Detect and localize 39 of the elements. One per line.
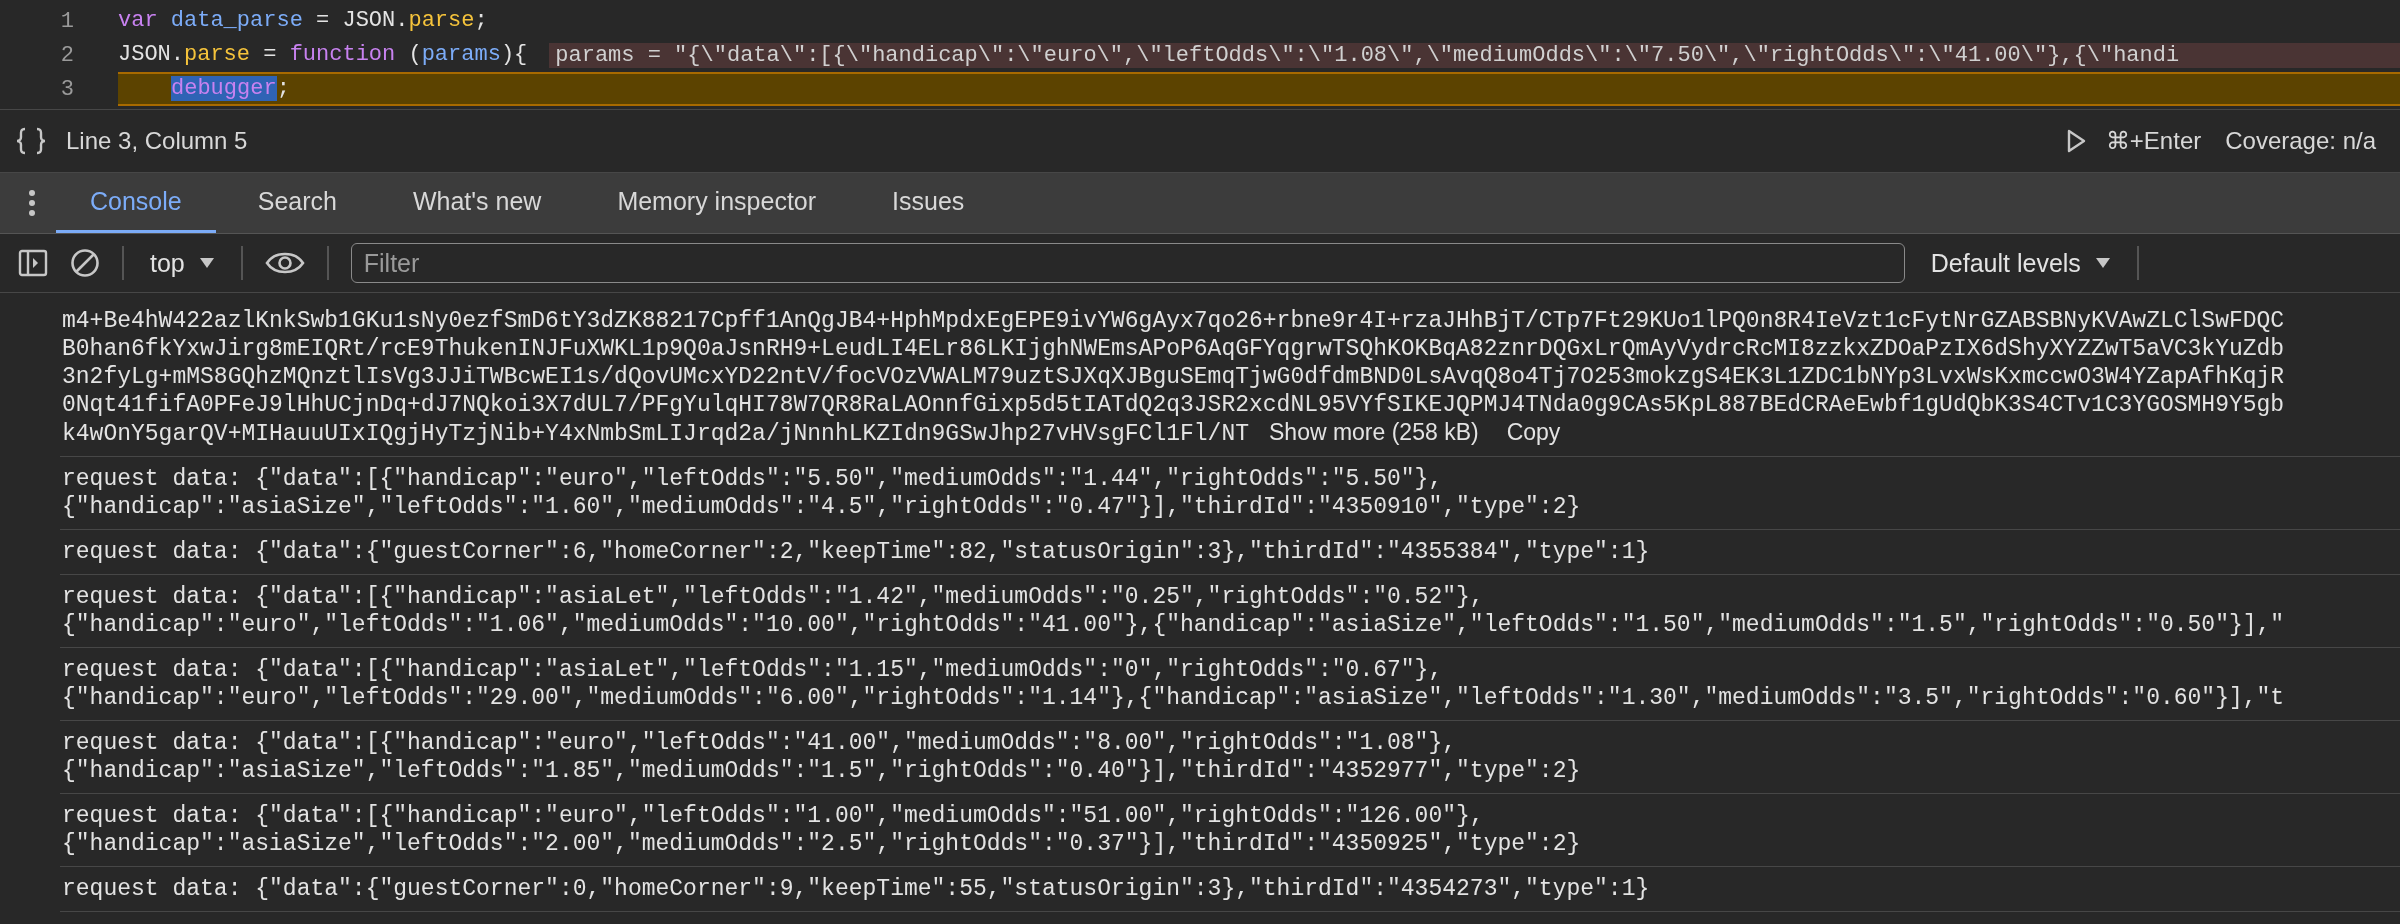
line-number: 1 <box>59 8 74 34</box>
line-number: 3 <box>59 76 74 102</box>
caret-icon <box>2094 257 2111 269</box>
inline-value: params = "{\"data\":[{\"handicap\":\"euro\",\"leftOdds\":\"1.08\",\"mediumOdds\":\"7.50\",\"rightOdds\":\"41.00\"},{\"handi <box>549 42 2400 68</box>
braces-icon[interactable] <box>16 127 46 155</box>
clear-console-icon[interactable] <box>70 248 100 278</box>
panel-tab[interactable]: Search <box>223 173 371 233</box>
console-message-line: 3n2fyLg+mMS8GQhzMQnztlIsVg3JJiTWBcwEI1s/dQovUMcxYD22ntV/focVOzVWALM79uztSJXqXJBguSEmqTjwG0dfdmBND0LsAvqQ8o4Tj7O253mokzgS4EK3L1ZDC1bNYp3LvxWsKxmccwO3W4YZapAfhKqjR <box>62 363 2286 391</box>
console-message: request data: {"data":[{"handicap":"euro","leftOdds":"41.00","mediumOdds":"8.00","rightOdds":"1.08"}, {"handicap":"asiaSize","leftOdds":"1.85","mediumOdds":"1.5","rightOdds":"0.40"}],"thirdId":"4352977","type":2} <box>60 721 2400 794</box>
code-line: var data_parse = JSON.parse; <box>118 7 488 35</box>
run-shortcut: ⌘+Enter <box>2105 127 2202 155</box>
play-icon[interactable] <box>2065 129 2086 153</box>
console-message-line: k4wOnY5garQV+MIHauuUIxIQgjHyTzjNib+Y4xNmbSmLIJrqd2a/jNnnhLKZIdn9GSwJhp27vHVsgFCl1Fl/NT <box>62 420 1249 448</box>
more-menu-icon[interactable] <box>28 189 36 217</box>
coverage-label: Coverage: n/a <box>2225 127 2376 155</box>
caret-icon <box>198 257 215 269</box>
panel-tab[interactable]: Issues <box>858 173 999 233</box>
panel-tab[interactable]: Memory inspector <box>583 173 851 233</box>
line-number: 2 <box>59 42 74 68</box>
show-more-button[interactable]: Show more (258 kB) <box>1261 419 1487 446</box>
filter-field[interactable]: Filter <box>350 243 1905 283</box>
cursor-position: Line 3, Column 5 <box>66 127 248 155</box>
panel-tab[interactable]: Console <box>56 173 216 233</box>
copy-button[interactable]: Copy <box>1498 419 1569 446</box>
console-message: request data: {"data":{"guestCorner":6,"homeCorner":2,"keepTime":82,"statusOrigin":3},"thirdId":"4355384","type":1} <box>60 530 2400 575</box>
panel-tab[interactable]: What's new <box>378 173 576 233</box>
sidebar-toggle-icon[interactable] <box>18 249 48 277</box>
console-message-line: B0han6fkYxwJirg8mEIQRt/rcE9ThukenINJFuXWKL1p9Q0aJsnRH9+LeudLI4ELr86LKIjghNWEmsAPoP6AqGFYqgrwTSQhKOKBqA82znrDQGxLrQmAyVydrcRcMI8zzkxZDOaPzIX6dShyXYZZwT5aVC3kYuZdb <box>62 335 2286 363</box>
log-levels-dropdown[interactable]: Default levels <box>1926 248 2115 278</box>
code-line: JSON.parse = function (params){ <box>118 41 528 69</box>
console-message-line: 0Nqt41fifA0PFeJ9lHhUCjnDq+dJ7NQkoi3X7dUL7/PFgYulqHI78W7QR8RaLAOnnfGixp5d5tIATdQ2q3JSR2xcdNL95VYfSIKEJQPMJ4TNda0g9CAs5KpL887BEdCRAeEwbf1gUdQbK3S4CTv1C3YGOSMH9Y5gb <box>62 391 2286 419</box>
context-dropdown[interactable]: top <box>146 248 219 278</box>
console-message: request data: {"data":{"guestCorner":0,"homeCorner":9,"keepTime":55,"statusOrigin":3},"thirdId":"4354273","type":1} <box>60 867 2400 912</box>
console-message: request data: {"data":[{"handicap":"asiaLet","leftOdds":"1.42","mediumOdds":"0.25","rightOdds":"0.52"}, {"handicap":"euro","leftOdds":"1.06","mediumOdds":"10.00","rightOdds":"41.00"},{"handicap":"asiaSize","leftOdds":"1.50","mediumOdds":"1.5","rightOdds":"0.50"}]," <box>60 575 2400 648</box>
console-message: request data: {"data":[{"handicap":"euro","leftOdds":"1.00","mediumOdds":"51.00","rightOdds":"126.00"}, {"handicap":"asiaSize","leftOdds":"2.00","mediumOdds":"2.5","rightOdds":"0.37"}],"thirdId":"4350925","type":2} <box>60 794 2400 867</box>
console-message-line: m4+Be4hW422azlKnkSwb1GKu1sNy0ezfSmD6tY3dZK88217Cpff1AnQgJB4+HphMpdxEgEPE9ivYW6gAyx7qo26+rbne9r4I+rzaJHhBjT/CTp7Ft29KUo1lPQ0n8R4IeVzt1cFytNrGZABSBNyKVAwZLClSwFDQC <box>62 307 2286 335</box>
eye-icon[interactable] <box>264 250 305 276</box>
console-message: request data: {"data":[{"handicap":"euro","leftOdds":"5.50","mediumOdds":"1.44","rightOdds":"5.50"}, {"handicap":"asiaSize","leftOdds":"1.60","mediumOdds":"4.5","rightOdds":"0.47"}],"thirdId":"4350910","type":2} <box>60 457 2400 530</box>
console-message: request data: {"data":[{"handicap":"asiaLet","leftOdds":"1.15","mediumOdds":"0","rightOdds":"0.67"}, {"handicap":"euro","leftOdds":"29.00","mediumOdds":"6.00","rightOdds":"1.14"},{"handicap":"asiaSize","leftOdds":"1.30","mediumOdds":"3.5","rightOdds":"0.60"}],"t <box>60 648 2400 721</box>
